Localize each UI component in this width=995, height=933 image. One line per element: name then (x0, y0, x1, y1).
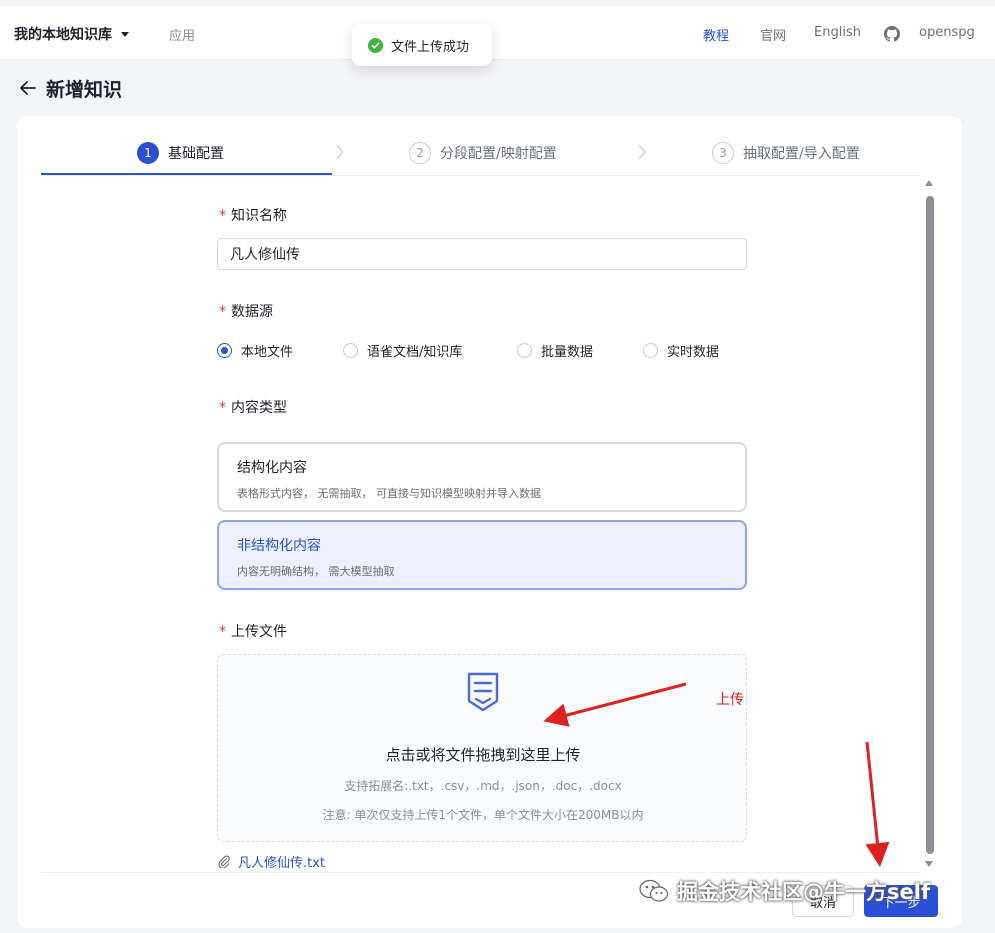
required-mark: * (219, 400, 226, 416)
upload-success-toast: 文件上传成功 (352, 24, 492, 66)
content-type-title: 结构化内容 (237, 460, 307, 476)
radio-circle (643, 343, 658, 358)
required-mark: * (219, 624, 226, 640)
upload-title: 点击或将文件拖拽到这里上传 (385, 746, 581, 764)
radio-circle (217, 343, 232, 358)
uploaded-file-name: 凡人修仙传.txt (238, 856, 326, 871)
paperclip-icon (218, 855, 230, 868)
page-title: 新增知识 (46, 79, 123, 101)
annotation-upload-text: 上传 (716, 692, 744, 708)
top-nav: 我的本地知识库 应用 教程 官网 English openspg (0, 0, 995, 60)
step-number: 3 (712, 142, 734, 164)
kb-name: 我的本地知识库 (14, 27, 112, 43)
radio-yuque[interactable]: 语雀文档/知识库 (343, 341, 462, 360)
scroll-up-arrow-icon[interactable] (925, 180, 933, 186)
upload-extensions: 支持拓展名:.txt，.csv，.md，.json，.doc，.docx (344, 779, 622, 793)
watermark: 掘金技术社区@牛一方self (639, 876, 930, 906)
step-segment-config[interactable]: 2 分段配置/映射配置 (409, 142, 557, 164)
knowledge-base-selector[interactable]: 我的本地知识库 (14, 24, 129, 44)
nav-link-tutorial[interactable]: 教程 (703, 25, 729, 44)
required-mark: * (219, 304, 226, 320)
radio-local-file[interactable]: 本地文件 (217, 341, 293, 360)
step-label: 抽取配置/导入配置 (743, 146, 860, 162)
radio-batch-data[interactable]: 批量数据 (517, 341, 593, 360)
step-label: 分段配置/映射配置 (440, 146, 557, 162)
radio-circle (343, 343, 358, 358)
active-step-underline (41, 173, 332, 175)
required-mark: * (219, 208, 226, 224)
chevron-right-icon (336, 144, 344, 160)
step-extract-config[interactable]: 3 抽取配置/导入配置 (712, 142, 860, 164)
upload-note: 注意: 单次仅支持上传1个文件，单个文件大小在200MB以内 (322, 808, 644, 822)
toast-message: 文件上传成功 (391, 39, 470, 55)
steps-divider (41, 175, 921, 176)
content-type-label: * 内容类型 (219, 400, 287, 416)
chevron-right-icon (638, 144, 646, 160)
step-number: 1 (137, 142, 159, 164)
name-label: * 知识名称 (219, 208, 287, 224)
nav-link-english[interactable]: English (814, 25, 861, 40)
content-type-unstructured[interactable]: 非结构化内容 内容无明确结构， 需大模型抽取 (217, 520, 747, 590)
content-type-structured[interactable]: 结构化内容 表格形式内容， 无需抽取， 可直接与知识模型映射并导入数据 (217, 442, 747, 512)
upload-file-icon (467, 672, 499, 712)
radio-realtime-data[interactable]: 实时数据 (643, 341, 719, 360)
content-type-desc: 表格形式内容， 无需抽取， 可直接与知识模型映射并导入数据 (237, 487, 541, 500)
uploaded-file-item[interactable]: 凡人修仙传.txt (218, 852, 325, 871)
nav-app-link[interactable]: 应用 (169, 25, 195, 44)
footer-divider (41, 872, 921, 873)
scroll-down-arrow-icon[interactable] (925, 861, 933, 867)
content-type-title: 非结构化内容 (237, 538, 321, 554)
back-arrow-icon[interactable] (18, 78, 38, 98)
nav-link-website[interactable]: 官网 (760, 25, 786, 44)
scrollbar-thumb[interactable] (926, 196, 934, 854)
step-basic-config[interactable]: 1 基础配置 (137, 142, 224, 164)
top-strip (0, 0, 995, 6)
caret-down-icon (121, 31, 129, 37)
file-upload-dropzone[interactable]: 点击或将文件拖拽到这里上传 支持拓展名:.txt，.csv，.md，.json，… (217, 654, 747, 842)
radio-circle (517, 343, 532, 358)
step-number: 2 (409, 142, 431, 164)
source-label: * 数据源 (219, 304, 273, 320)
watermark-text: 掘金技术社区@牛一方self (677, 880, 931, 904)
knowledge-name-input[interactable] (217, 238, 747, 270)
wechat-icon (639, 879, 669, 902)
github-icon[interactable] (884, 26, 900, 42)
content-type-desc: 内容无明确结构， 需大模型抽取 (237, 565, 395, 578)
success-check-icon (368, 37, 383, 53)
nav-link-openspg[interactable]: openspg (919, 25, 975, 40)
step-label: 基础配置 (168, 146, 224, 162)
upload-label: * 上传文件 (219, 624, 287, 640)
